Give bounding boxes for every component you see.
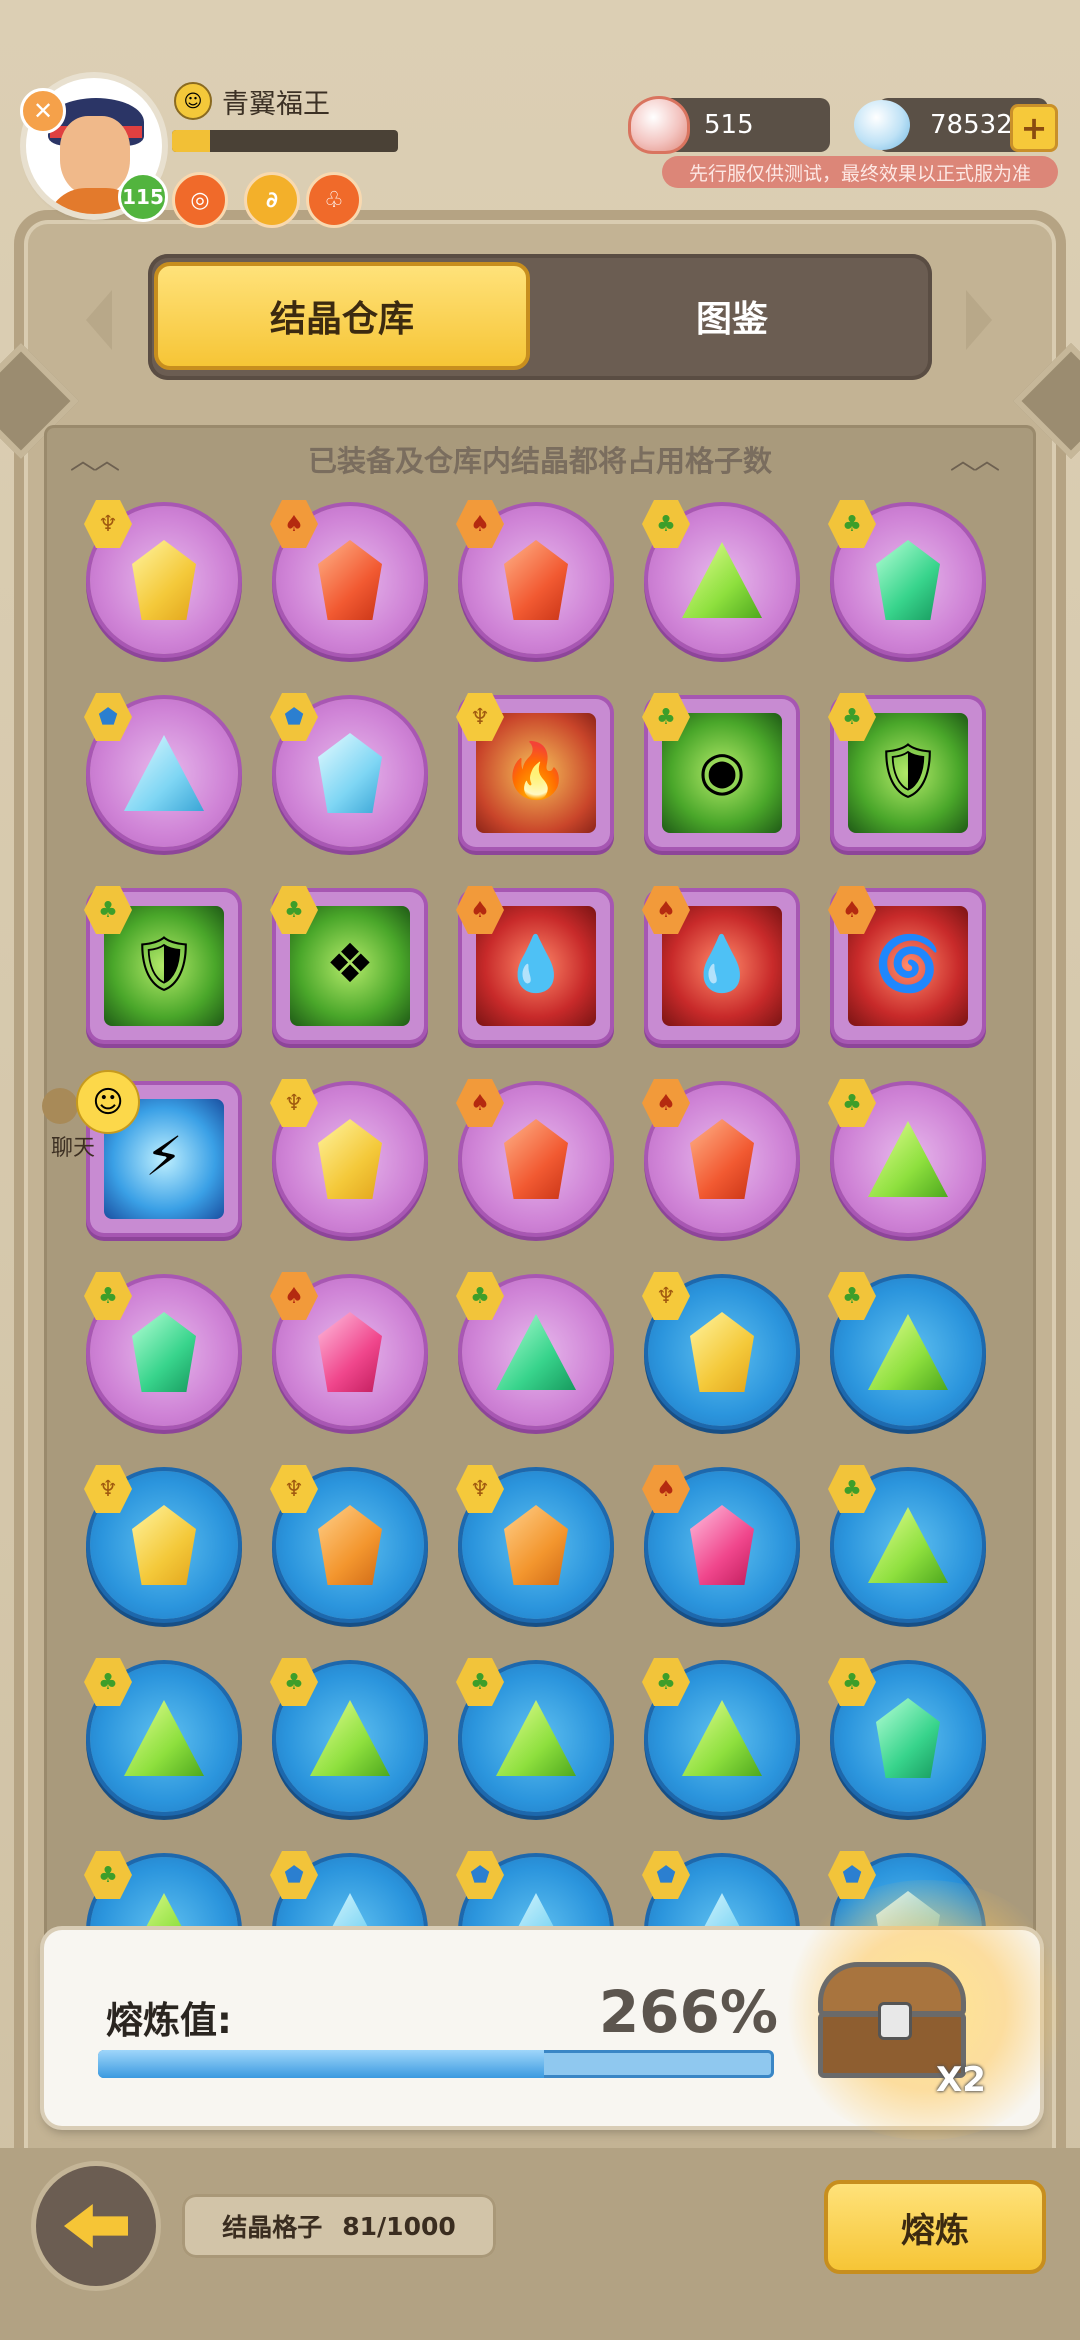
crystal-slot[interactable]: ♆ xyxy=(270,1079,430,1239)
buff-shop-icon[interactable]: ♧ xyxy=(306,172,362,228)
crystal-symbol-icon: 🛡 xyxy=(873,739,943,802)
smelt-value: 266% xyxy=(598,1978,778,2046)
crystal-slot[interactable]: ♣ xyxy=(456,1272,616,1432)
crystal-slot[interactable]: 🌀 ♠ xyxy=(828,886,988,1046)
crystal-slot[interactable]: 💧 ♠ xyxy=(642,886,802,1046)
tab-left-arrow-icon xyxy=(86,290,112,350)
crystal-slot[interactable]: ♆ xyxy=(84,500,244,660)
smelt-label: 熔炼值: xyxy=(106,1999,232,2042)
crystal-symbol-icon: 💧 xyxy=(502,932,570,995)
buff-speed-icon[interactable]: ∂ xyxy=(244,172,300,228)
crystal-symbol-icon: ❖ xyxy=(325,932,375,995)
tab-right-arrow-icon xyxy=(966,290,992,350)
tab-crystal-storage[interactable]: 结晶仓库 xyxy=(154,262,530,370)
crystal-slot[interactable]: ◉ ♣ xyxy=(642,693,802,853)
level-badge: 115 xyxy=(118,172,168,222)
crystal-slot[interactable]: ⬟ xyxy=(642,1851,802,1930)
crystal-slot[interactable]: 🔥 ♆ xyxy=(456,693,616,853)
crystal-slot[interactable]: 🛡 ♣ xyxy=(828,693,988,853)
exp-bar xyxy=(172,130,398,152)
crystal-slot[interactable]: ♣ xyxy=(456,1658,616,1818)
gem-icon xyxy=(854,100,910,150)
smelt-button[interactable]: 熔炼 xyxy=(824,2180,1046,2274)
crystal-slot[interactable]: ♣ xyxy=(828,500,988,660)
chat-button[interactable]: ☺ 聊天 xyxy=(38,1066,140,1176)
tab-atlas[interactable]: 图鉴 xyxy=(540,262,924,370)
crystal-slot[interactable]: ♠ xyxy=(456,1079,616,1239)
pearl-icon xyxy=(628,96,690,154)
crystal-slot[interactable]: ♣ xyxy=(828,1658,988,1818)
crystal-symbol-icon: 🌀 xyxy=(874,932,942,995)
crystal-slot[interactable]: ♣ xyxy=(642,1658,802,1818)
crystal-slot[interactable]: ♣ xyxy=(84,1658,244,1818)
crystal-slot[interactable]: ⬟ xyxy=(270,693,430,853)
crystal-slot[interactable]: ⬟ xyxy=(84,693,244,853)
crystal-symbol-icon: ◉ xyxy=(698,739,746,802)
crystal-slot[interactable]: ♆ xyxy=(84,1465,244,1625)
crystal-slot[interactable]: ♆ xyxy=(642,1272,802,1432)
crystal-slot[interactable]: 💧 ♠ xyxy=(456,886,616,1046)
crystal-slot[interactable]: ♣ xyxy=(84,1272,244,1432)
crystal-slot[interactable]: ♣ xyxy=(828,1272,988,1432)
chat-face-icon: ☺ xyxy=(76,1070,140,1134)
chat-bubble-icon xyxy=(42,1088,78,1124)
crystal-slot[interactable]: ♠ xyxy=(642,1465,802,1625)
smelt-progress-bar xyxy=(98,2050,774,2078)
crystal-slot[interactable]: ♆ xyxy=(456,1465,616,1625)
crystal-slot[interactable]: ♣ xyxy=(828,1465,988,1625)
title-icon: ☺ xyxy=(174,82,212,120)
test-server-notice: 先行服仅供测试，最终效果以正式服为准 xyxy=(662,156,1058,188)
crystal-slot[interactable]: ♠ xyxy=(270,500,430,660)
player-name: 青翼福王 xyxy=(222,89,330,120)
crystal-slot[interactable]: ♠ xyxy=(270,1272,430,1432)
back-button[interactable] xyxy=(36,2166,156,2286)
crystal-slot[interactable]: ⬟ xyxy=(456,1851,616,1930)
smelt-progress-fill xyxy=(98,2050,545,2078)
crystal-symbol-icon: 🛡 xyxy=(129,932,199,995)
pearl-value: 515 xyxy=(704,110,754,140)
crystal-slot[interactable]: ❖ ♣ xyxy=(270,886,430,1046)
crystal-slot[interactable]: ♣ xyxy=(642,500,802,660)
crystal-slot[interactable]: 🛡 ♣ xyxy=(84,886,244,1046)
crystal-slot[interactable]: ♣ xyxy=(270,1658,430,1818)
close-icon[interactable]: ✕ xyxy=(20,88,66,134)
buff-chip-icon[interactable]: ◎ xyxy=(172,172,228,228)
crystal-symbol-icon: 💧 xyxy=(688,932,756,995)
add-gem-button[interactable]: + xyxy=(1010,104,1058,152)
slots-value: 81/1000 xyxy=(342,2211,456,2241)
crystal-slot[interactable]: ♠ xyxy=(456,500,616,660)
slots-label: 结晶格子 xyxy=(222,2213,323,2242)
crystal-slot[interactable]: ♣ xyxy=(828,1079,988,1239)
crystal-grid: ♆♠♠♣♣⬟⬟🔥♆◉♣🛡♣🛡♣❖♣💧♠💧♠🌀♠⚡⬟♆♠♠♣♣♠♣♆♣♆♆♆♠♣♣… xyxy=(84,500,1004,1930)
chat-label: 聊天 xyxy=(50,1136,95,1161)
crystal-slots-counter: 结晶格子 81/1000 xyxy=(182,2194,496,2258)
crystal-symbol-icon: 🔥 xyxy=(502,739,570,802)
chest-count: X2 xyxy=(936,2060,986,2100)
crystal-slot[interactable]: ♠ xyxy=(642,1079,802,1239)
crystal-slot[interactable]: ♣ xyxy=(84,1851,244,1930)
crystal-slot[interactable]: ♆ xyxy=(270,1465,430,1625)
back-arrow-icon xyxy=(64,2204,128,2248)
crystal-slot[interactable]: ⬟ xyxy=(270,1851,430,1930)
grid-notice: 已装备及仓库内结晶都将占用格子数 xyxy=(307,444,772,478)
